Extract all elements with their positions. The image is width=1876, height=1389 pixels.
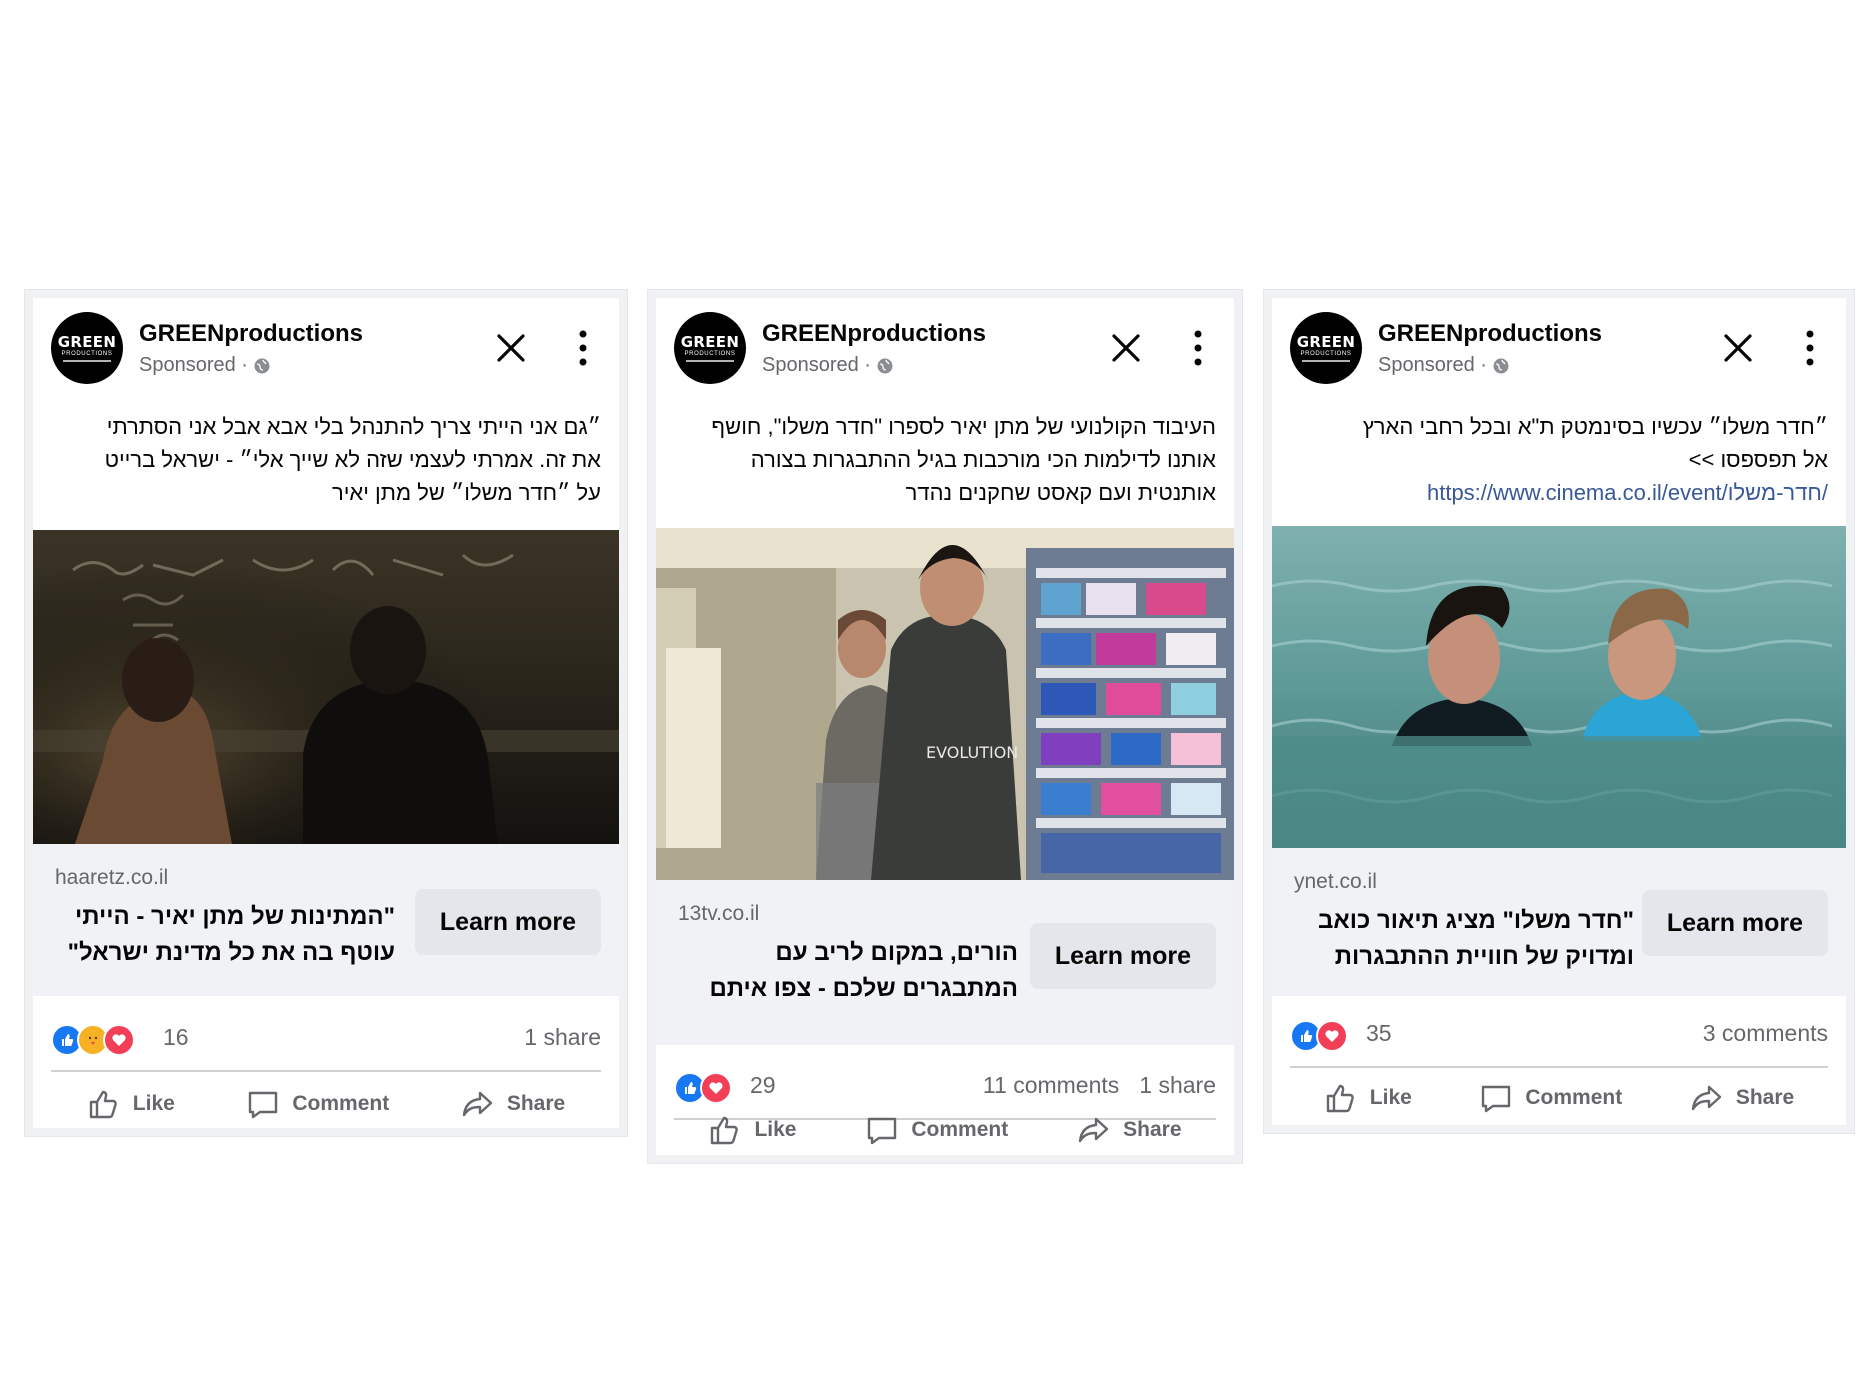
- share-count[interactable]: 1 share: [1139, 1072, 1216, 1099]
- share-button[interactable]: Share: [1690, 1081, 1794, 1115]
- share-arrow-icon: [462, 1091, 493, 1117]
- learn-more-button[interactable]: Learn more: [1642, 890, 1828, 956]
- action-bar: Like Comment Share: [1290, 1070, 1828, 1126]
- comment-icon: [1482, 1085, 1511, 1113]
- sponsored-label: Sponsored ·: [762, 354, 893, 377]
- comment-count[interactable]: 11 comments: [983, 1072, 1119, 1099]
- post-header: GREEN PRODUCTIONS GREENproductions Spons…: [674, 312, 1216, 392]
- post-text: ״גם אני הייתי צריך להתנהל בלי אבא אבל אנ…: [104, 414, 601, 505]
- page-name[interactable]: GREENproductions: [139, 320, 363, 348]
- more-options-icon[interactable]: [1188, 328, 1208, 368]
- link-preview[interactable]: 13tv.co.il הורים, במקום לריב עם המתבגרים…: [656, 880, 1234, 1045]
- comment-icon: [868, 1117, 897, 1145]
- link-headline: "המתינות של מתן יאיר - הייתי עוטף בה את …: [67, 903, 395, 966]
- ad-image[interactable]: EVOLUTION: [656, 528, 1234, 880]
- ad-card-3: GREEN PRODUCTIONS GREENproductions Spons…: [1264, 290, 1854, 1133]
- share-button[interactable]: Share: [1077, 1113, 1182, 1147]
- share-button[interactable]: Share: [461, 1087, 565, 1121]
- link-headline: "חדר משלו" מציג תיאור כואב ומדויק של חוו…: [1318, 907, 1634, 970]
- thumbs-up-icon: [711, 1116, 739, 1145]
- share-count[interactable]: 1 share: [524, 1024, 601, 1051]
- page-avatar[interactable]: GREEN PRODUCTIONS: [1290, 312, 1362, 384]
- close-icon[interactable]: [1108, 330, 1144, 366]
- link-domain: 13tv.co.il: [678, 902, 760, 925]
- more-options-icon[interactable]: [573, 328, 593, 368]
- like-button[interactable]: Like: [87, 1087, 175, 1121]
- reaction-icons[interactable]: [1290, 1020, 1348, 1052]
- reaction-count[interactable]: 29: [750, 1072, 776, 1099]
- reaction-icons[interactable]: [51, 1024, 135, 1056]
- comment-button[interactable]: Comment: [246, 1087, 389, 1121]
- page-avatar[interactable]: GREEN PRODUCTIONS: [51, 312, 123, 384]
- sponsored-label: Sponsored ·: [139, 354, 270, 377]
- post-text: העיבוד הקולנועי של מתן יאיר לספרו "חדר מ…: [711, 414, 1216, 505]
- globe-icon: [1493, 358, 1509, 373]
- svg-text:EVOLUTION: EVOLUTION: [926, 743, 1018, 762]
- ad-card-2: GREEN PRODUCTIONS GREENproductions Spons…: [648, 290, 1242, 1163]
- reaction-count[interactable]: 35: [1366, 1020, 1392, 1047]
- page-avatar[interactable]: GREEN PRODUCTIONS: [674, 312, 746, 384]
- more-options-icon[interactable]: [1800, 328, 1820, 368]
- link-preview[interactable]: haaretz.co.il "המתינות של מתן יאיר - היי…: [33, 844, 619, 996]
- link-domain: ynet.co.il: [1294, 870, 1377, 893]
- divider: [1290, 1066, 1828, 1068]
- post-header: GREEN PRODUCTIONS GREENproductions Spons…: [1290, 312, 1828, 392]
- comment-count[interactable]: 3 comments: [1703, 1020, 1828, 1047]
- globe-icon: [877, 358, 893, 373]
- share-arrow-icon: [1078, 1117, 1109, 1143]
- learn-more-button[interactable]: Learn more: [415, 889, 601, 955]
- post-header: GREEN PRODUCTIONS GREENproductions Spons…: [51, 312, 601, 392]
- page-name[interactable]: GREENproductions: [1378, 320, 1602, 348]
- action-bar: Like Comment Share: [51, 1076, 601, 1132]
- comment-button[interactable]: Comment: [865, 1113, 1008, 1147]
- close-icon[interactable]: [493, 330, 529, 366]
- reaction-count[interactable]: 16: [163, 1024, 189, 1051]
- ad-image[interactable]: [1272, 526, 1846, 848]
- globe-icon: [254, 358, 270, 373]
- thumbs-up-icon: [89, 1090, 117, 1119]
- sponsored-label: Sponsored ·: [1378, 354, 1509, 377]
- comment-icon: [249, 1091, 278, 1119]
- ad-image[interactable]: [33, 530, 619, 844]
- thumbs-up-icon: [1326, 1084, 1354, 1113]
- link-headline: הורים, במקום לריב עם המתבגרים שלכם - צפו…: [709, 939, 1018, 1002]
- reactions-bar: 16 1 share: [51, 1018, 601, 1058]
- link-domain: haaretz.co.il: [55, 866, 169, 889]
- learn-more-button[interactable]: Learn more: [1030, 923, 1216, 989]
- like-button[interactable]: Like: [1324, 1081, 1412, 1115]
- love-reaction-icon: [1316, 1020, 1348, 1052]
- action-bar: Like Comment Share: [674, 1102, 1216, 1158]
- comment-button[interactable]: Comment: [1479, 1081, 1622, 1115]
- ad-card-1: GREEN PRODUCTIONS GREENproductions Spons…: [25, 290, 627, 1136]
- divider: [51, 1070, 601, 1072]
- share-arrow-icon: [1691, 1085, 1722, 1111]
- reactions-bar: 35 3 comments: [1290, 1014, 1828, 1054]
- link-preview[interactable]: ynet.co.il "חדר משלו" מציג תיאור כואב ומ…: [1272, 848, 1846, 996]
- close-icon[interactable]: [1720, 330, 1756, 366]
- post-text: ״חדר משלו״ עכשיו בסינמטק ת"א ובכל רחבי ה…: [1290, 410, 1828, 509]
- love-reaction-icon: [103, 1024, 135, 1056]
- event-link[interactable]: https://www.cinema.co.il/event/חדר-משלו/: [1290, 476, 1828, 509]
- page-name[interactable]: GREENproductions: [762, 320, 986, 348]
- like-button[interactable]: Like: [708, 1113, 796, 1147]
